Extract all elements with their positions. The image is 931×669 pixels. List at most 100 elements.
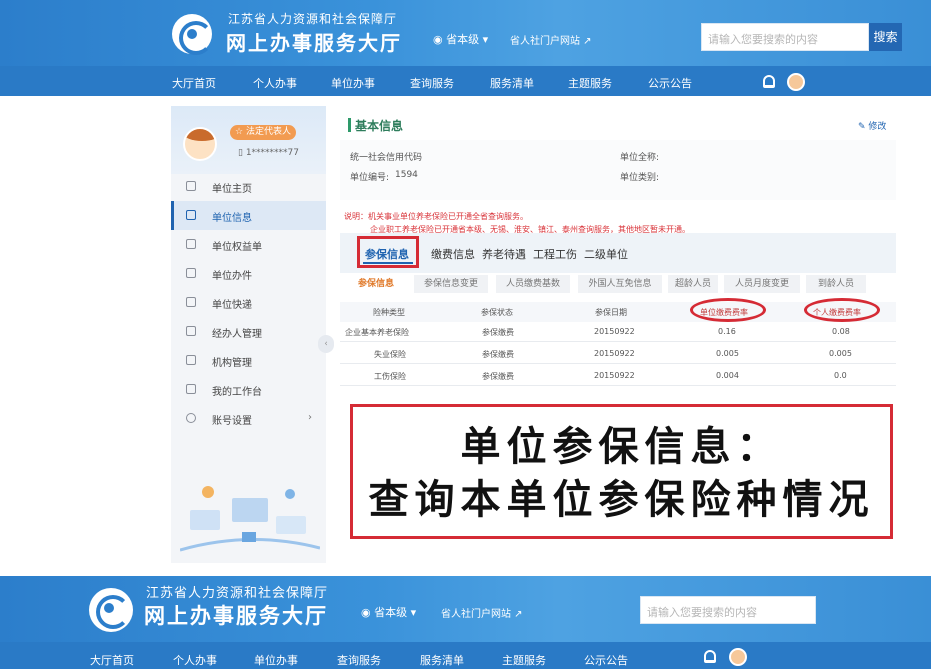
- sidebar-item-org[interactable]: 机构管理: [171, 346, 326, 375]
- row-divider: [340, 363, 896, 364]
- profile-phone-number: 1********77: [245, 148, 300, 158]
- nav-home[interactable]: 大厅首页: [90, 652, 134, 668]
- user-avatar[interactable]: [787, 73, 805, 91]
- cell-type: 工伤保险: [374, 372, 406, 381]
- cell-status: 参保缴费: [482, 350, 514, 359]
- sidebar-item-home[interactable]: 单位主页: [171, 172, 326, 201]
- rights-icon: [186, 239, 196, 249]
- nav-notice[interactable]: 公示公告: [584, 652, 628, 668]
- nav-service-list[interactable]: 服务清单: [490, 75, 534, 91]
- role-badge-label: 法定代表人: [245, 127, 291, 137]
- tab-payment-info[interactable]: 缴费信息: [431, 246, 475, 262]
- nav-query[interactable]: 查询服务: [337, 652, 381, 668]
- collapse-sidebar-icon[interactable]: ‹: [318, 335, 334, 353]
- col-status: 参保状态: [481, 308, 513, 317]
- nav-personal[interactable]: 个人办事: [173, 652, 217, 668]
- user-icon: [186, 326, 196, 336]
- sidebar-illustration: [180, 486, 320, 552]
- gear-icon: [186, 413, 196, 423]
- nav-service-list[interactable]: 服务清单: [420, 652, 464, 668]
- tab-pension[interactable]: 养老待遇: [482, 246, 526, 262]
- portal-link-label: 省人社门户网站: [441, 609, 511, 620]
- workbench-icon: [186, 384, 196, 394]
- cell-date: 20150922: [594, 371, 635, 380]
- subtab-age-reached[interactable]: 到龄人员: [806, 275, 866, 293]
- note-line-1: 说明：机关事业单位养老保险已开通全省查询服务。: [344, 212, 528, 221]
- sidebar-item-label: 单位办件: [212, 271, 252, 282]
- level-selector[interactable]: ◉ 省本级 ▾: [361, 604, 416, 620]
- sidebar-item-unit-info[interactable]: 单位信息: [171, 201, 326, 230]
- subtab-overage[interactable]: 超龄人员: [668, 275, 718, 293]
- cell-personal-rate: 0.005: [829, 349, 852, 358]
- tab-work-injury[interactable]: 工程工伤: [533, 246, 577, 262]
- bell-icon[interactable]: [704, 650, 716, 663]
- org-name: 江苏省人力资源和社会保障厅: [146, 586, 329, 601]
- nav-personal[interactable]: 个人办事: [253, 75, 297, 91]
- sidebar-item-agents[interactable]: 经办人管理: [171, 317, 326, 346]
- subtab-insurance-info[interactable]: 参保信息: [350, 275, 402, 293]
- sidebar-item-rights[interactable]: 单位权益单: [171, 230, 326, 259]
- subtab-payment-base[interactable]: 人员缴费基数: [496, 275, 570, 293]
- edit-label: 修改: [868, 122, 887, 132]
- credit-code-label: 统一社会信用代码: [350, 153, 423, 163]
- info-icon: [186, 210, 196, 220]
- basic-info-title: 基本信息: [355, 119, 404, 133]
- unit-no-label: 单位编号:: [350, 173, 390, 183]
- nav-unit[interactable]: 单位办事: [254, 652, 298, 668]
- subtab-insurance-change[interactable]: 参保信息变更: [414, 275, 488, 293]
- cell-personal-rate: 0.0: [834, 371, 847, 380]
- portal-link[interactable]: 省人社门户网站 ↗: [510, 32, 592, 47]
- full-name-label: 单位全称:: [620, 153, 660, 163]
- section-marker: [348, 118, 351, 132]
- level-selector[interactable]: ◉ 省本级 ▾: [433, 31, 488, 47]
- cell-status: 参保缴费: [482, 328, 514, 337]
- level-label: 省本级: [374, 606, 408, 619]
- col-insurance-type: 险种类型: [373, 308, 405, 317]
- user-avatar[interactable]: [729, 648, 747, 666]
- sidebar-item-workbench[interactable]: 我的工作台: [171, 375, 326, 404]
- sidebar-item-label: 单位权益单: [212, 242, 262, 253]
- profile-phone: ▯ 1********77: [238, 148, 300, 158]
- search-input[interactable]: 请输入您要搜索的内容: [640, 596, 816, 624]
- org-name: 江苏省人力资源和社会保障厅: [228, 12, 398, 26]
- search-button[interactable]: 搜索: [869, 23, 902, 51]
- profile-avatar: [183, 127, 217, 161]
- portal-link[interactable]: 省人社门户网站 ↗: [441, 605, 523, 620]
- search-input[interactable]: 请输入您要搜索的内容: [701, 23, 869, 51]
- nav-notice[interactable]: 公示公告: [648, 75, 692, 91]
- chevron-right-icon: ›: [308, 412, 312, 423]
- sidebar-item-cases[interactable]: 单位办件: [171, 259, 326, 288]
- sidebar-item-account[interactable]: 账号设置 ›: [171, 404, 326, 433]
- unit-type-label: 单位类别:: [620, 173, 660, 183]
- unit-no-value: 1594: [395, 170, 418, 180]
- cell-date: 20150922: [594, 349, 635, 358]
- hall-name[interactable]: 网上办事服务大厅: [144, 600, 328, 630]
- nav-theme[interactable]: 主题服务: [502, 652, 546, 668]
- nav-unit[interactable]: 单位办事: [331, 75, 375, 91]
- nav-query[interactable]: 查询服务: [410, 75, 454, 91]
- bell-icon[interactable]: [763, 75, 775, 88]
- home-icon: [186, 181, 196, 191]
- cell-status: 参保缴费: [482, 372, 514, 381]
- col-date: 参保日期: [595, 308, 627, 317]
- hall-name[interactable]: 网上办事服务大厅: [226, 27, 402, 56]
- sidebar-item-label: 经办人管理: [212, 329, 262, 340]
- nav-home[interactable]: 大厅首页: [172, 75, 216, 91]
- highlight-box-tab: [357, 236, 419, 268]
- cell-unit-rate: 0.16: [718, 327, 736, 336]
- edit-button[interactable]: ✎ 修改: [858, 119, 886, 132]
- logo-icon[interactable]: [89, 588, 133, 632]
- tab-sub-units[interactable]: 二级单位: [584, 246, 628, 262]
- row-divider: [340, 385, 896, 386]
- sidebar-item-express[interactable]: 单位快递: [171, 288, 326, 317]
- truck-icon: [186, 297, 196, 307]
- logo-icon[interactable]: [172, 14, 213, 55]
- cell-type: 企业基本养老保险: [345, 328, 409, 337]
- sidebar-item-label: 单位快递: [212, 300, 252, 311]
- subtab-foreigner[interactable]: 外国人互免信息: [578, 275, 662, 293]
- nav-theme[interactable]: 主题服务: [568, 75, 612, 91]
- subtab-monthly-change[interactable]: 人员月度变更: [724, 275, 800, 293]
- basic-info-panel: [340, 140, 896, 200]
- cell-personal-rate: 0.08: [832, 327, 850, 336]
- level-label: 省本级: [446, 33, 480, 46]
